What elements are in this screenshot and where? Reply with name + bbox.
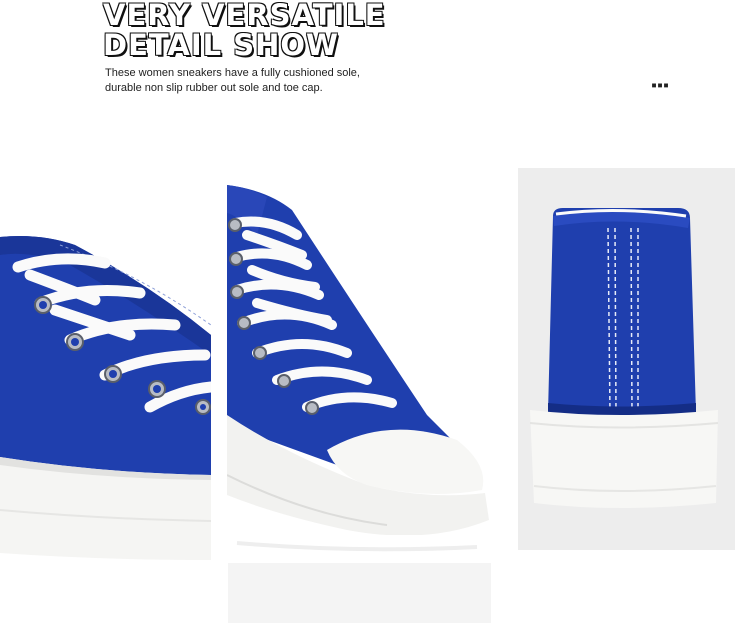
section-title: VERY VERSATILE DETAIL SHOW — [103, 0, 386, 60]
title-line-2: DETAIL SHOW — [103, 28, 340, 62]
description-line-2: durable non slip rubber out sole and toe… — [105, 82, 323, 94]
product-description: These women sneakers have a fully cushio… — [105, 66, 360, 96]
heel-back-view-image — [518, 168, 735, 550]
description-line-1: These women sneakers have a fully cushio… — [105, 67, 360, 79]
toe-cap-closeup-image — [227, 175, 492, 570]
reflection-block — [228, 563, 491, 623]
side-laces-closeup-image — [0, 175, 211, 570]
corner-mark: ▪▪▪ — [651, 80, 670, 91]
title-line-1: VERY VERSATILE — [103, 0, 386, 32]
